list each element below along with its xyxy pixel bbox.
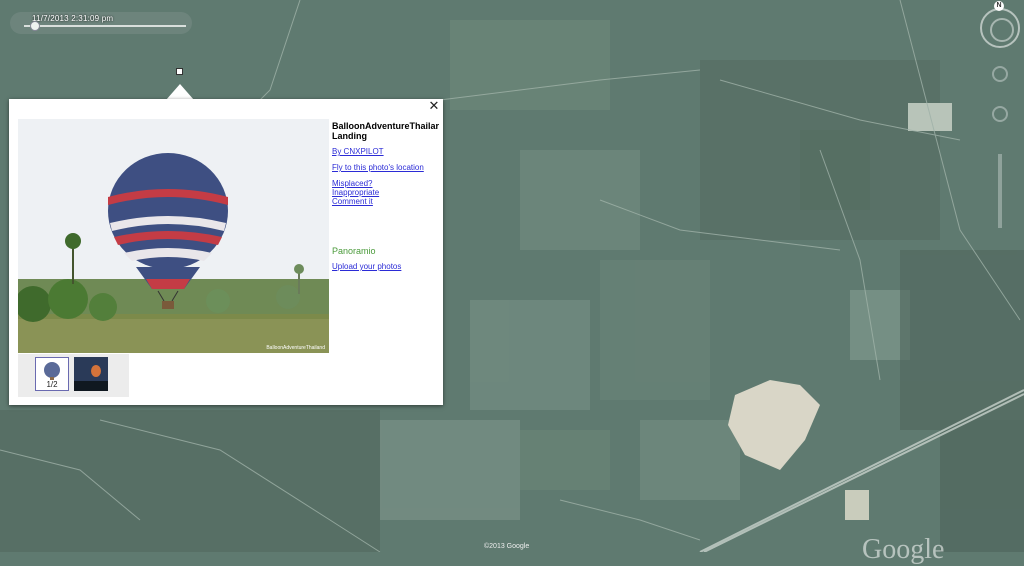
author-link[interactable]: By CNXPILOT bbox=[332, 147, 442, 156]
move-control-icon[interactable] bbox=[992, 106, 1008, 122]
look-control-icon[interactable] bbox=[992, 66, 1008, 82]
thumbnail-1-image bbox=[44, 362, 60, 380]
popup-pointer bbox=[166, 84, 194, 100]
photo-title: BalloonAdventureThailar bbox=[332, 121, 440, 131]
photo-watermark: BalloonAdventureThailand bbox=[266, 345, 325, 351]
panoramio-logo[interactable]: Panoramio bbox=[332, 246, 442, 256]
misplaced-link[interactable]: Misplaced? bbox=[332, 179, 442, 188]
inappropriate-link[interactable]: Inappropriate bbox=[332, 188, 442, 197]
fly-to-location-link[interactable]: Fly to this photo's location bbox=[332, 163, 442, 172]
compass-ring[interactable] bbox=[980, 8, 1020, 48]
zoom-slider[interactable] bbox=[998, 154, 1002, 228]
thumbnail-2[interactable] bbox=[74, 357, 108, 391]
comment-link[interactable]: Comment it bbox=[332, 197, 442, 206]
upload-photos-link[interactable]: Upload your photos bbox=[332, 262, 442, 271]
photo-image bbox=[18, 119, 329, 353]
thumbnail-counter: 1/2 bbox=[46, 380, 58, 389]
photo-info-panel: BalloonAdventureThailar Landing By CNXPI… bbox=[332, 121, 442, 271]
photo-title-continued: Landing bbox=[332, 131, 367, 141]
time-slider-track[interactable] bbox=[24, 25, 186, 27]
navigation-controls: N bbox=[978, 1, 1022, 244]
photo-info-balloon: ✕ BalloonAdventureThailand 1/2 BalloonAd… bbox=[9, 99, 443, 405]
google-logo: Google bbox=[862, 534, 945, 565]
look-joystick[interactable] bbox=[990, 18, 1014, 42]
time-slider[interactable]: 11/7/2013 2:31:09 pm bbox=[10, 12, 192, 34]
time-slider-thumb[interactable] bbox=[30, 21, 40, 31]
thumbnail-2-image bbox=[74, 357, 108, 391]
time-slider-date: 11/7/2013 2:31:09 pm bbox=[32, 14, 114, 23]
thumbnail-1[interactable]: 1/2 bbox=[35, 357, 69, 391]
copyright-notice: ©2013 Google bbox=[484, 543, 530, 550]
north-indicator[interactable]: N bbox=[994, 1, 1004, 11]
close-icon[interactable]: ✕ bbox=[427, 99, 441, 113]
balloon-photo[interactable]: BalloonAdventureThailand bbox=[18, 119, 329, 353]
thumbnail-strip: 1/2 bbox=[18, 354, 129, 397]
photo-location-pin[interactable] bbox=[176, 68, 183, 75]
